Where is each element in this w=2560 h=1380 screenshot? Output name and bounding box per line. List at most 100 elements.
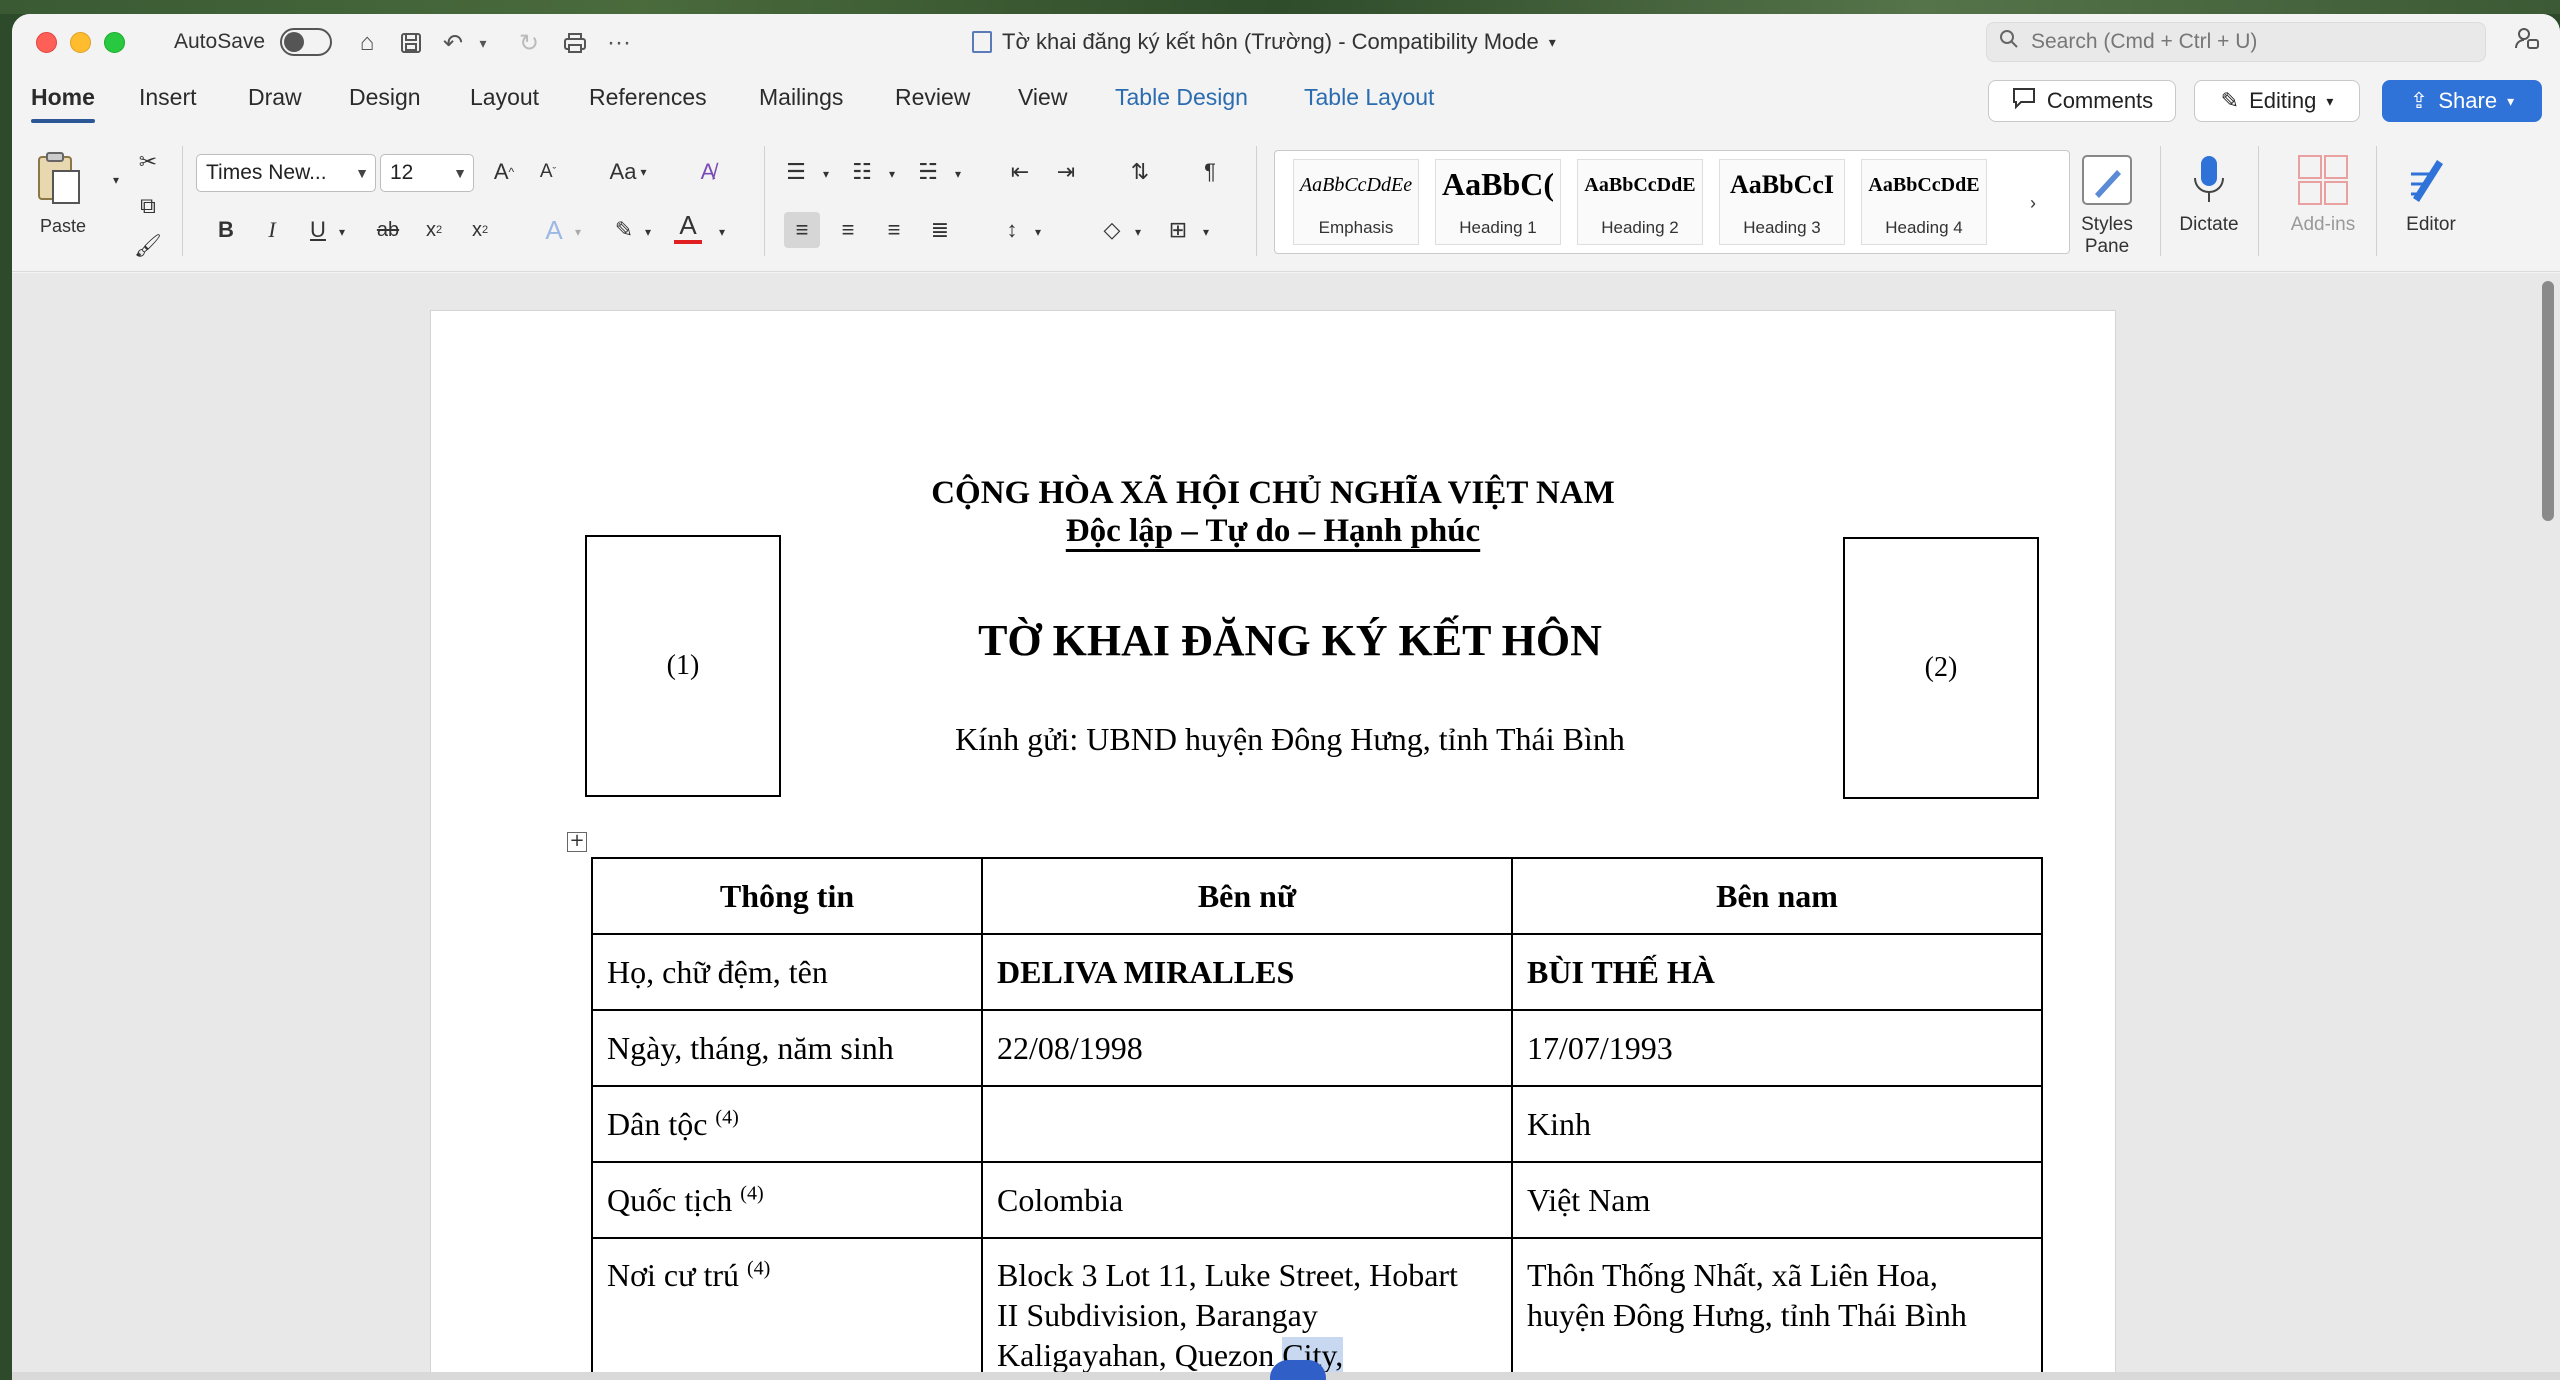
table-move-handle[interactable]: + (567, 832, 587, 852)
style-heading-4[interactable]: AaBbCcDdE Heading 4 (1861, 159, 1987, 245)
tab-draw[interactable]: Draw (248, 84, 302, 111)
strikethrough-icon[interactable]: ab (370, 212, 406, 248)
bold-icon[interactable]: B (208, 212, 244, 248)
male-birthdate[interactable]: 17/07/1993 (1511, 1009, 2043, 1087)
bullets-chevron-icon[interactable]: ▾ (808, 156, 844, 192)
male-name[interactable]: BÙI THẾ HÀ (1511, 933, 2043, 1011)
row-label[interactable]: Họ, chữ đệm, tên (591, 933, 983, 1011)
font-name-combo[interactable]: Times New... ▼ (196, 154, 376, 192)
italic-icon[interactable]: I (254, 212, 290, 248)
dictate-button[interactable]: Dictate (2164, 152, 2254, 236)
paste-label: Paste (40, 216, 87, 236)
font-color-icon[interactable]: A (674, 210, 702, 244)
undo-icon[interactable]: ↶ (436, 26, 470, 60)
autosave-toggle[interactable] (280, 28, 332, 56)
numbering-chevron-icon[interactable]: ▾ (874, 156, 910, 192)
female-residence[interactable]: Block 3 Lot 11, Luke Street, Hobart II S… (981, 1237, 1513, 1380)
underline-chevron-icon[interactable]: ▾ (324, 214, 360, 250)
minimize-window-button[interactable] (70, 32, 91, 53)
print-icon[interactable] (558, 26, 592, 60)
shading-chevron-icon[interactable]: ▾ (1120, 214, 1156, 250)
zoom-window-button[interactable] (104, 32, 125, 53)
tab-mailings[interactable]: Mailings (759, 84, 843, 111)
tab-table-layout[interactable]: Table Layout (1304, 84, 1434, 111)
tab-view[interactable]: View (1018, 84, 1067, 111)
more-commands-icon[interactable]: ··· (602, 26, 636, 60)
tab-insert[interactable]: Insert (139, 84, 197, 111)
male-residence[interactable]: Thôn Thống Nhất, xã Liên Hoa, huyện Đông… (1511, 1237, 2043, 1380)
subscript-icon[interactable]: x2 (416, 212, 452, 248)
align-left-icon[interactable]: ≡ (784, 212, 820, 248)
account-icon[interactable] (2514, 26, 2540, 59)
redo-icon[interactable]: ↻ (512, 26, 546, 60)
close-window-button[interactable] (36, 32, 57, 53)
female-ethnicity[interactable] (981, 1085, 1513, 1163)
header-female[interactable]: Bên nữ (981, 857, 1513, 935)
male-ethnicity[interactable]: Kinh (1511, 1085, 2043, 1163)
text-effects-chevron-icon[interactable]: ▾ (560, 214, 596, 250)
document-canvas[interactable]: CỘNG HÒA XÃ HỘI CHỦ NGHĨA VIỆT NAM Độc l… (12, 273, 2560, 1380)
show-formatting-marks-icon[interactable]: ¶ (1192, 154, 1228, 190)
footnote-mark: (4) (747, 1257, 771, 1280)
highlight-chevron-icon[interactable]: ▾ (630, 214, 666, 250)
superscript-icon[interactable]: x2 (462, 212, 498, 248)
comments-button[interactable]: Comments (1988, 80, 2176, 122)
copy-icon[interactable]: ⧉ (130, 188, 166, 224)
tab-design[interactable]: Design (349, 84, 421, 111)
increase-indent-icon[interactable]: ⇥ (1048, 154, 1084, 190)
align-right-icon[interactable]: ≡ (876, 212, 912, 248)
cut-icon[interactable]: ✂ (130, 144, 166, 180)
shrink-font-icon[interactable]: Aˇ (530, 154, 566, 190)
style-heading-2[interactable]: AaBbCcDdE Heading 2 (1577, 159, 1703, 245)
header-male[interactable]: Bên nam (1511, 857, 2043, 935)
row-label-cell[interactable]: Dân tộc (4) (591, 1085, 983, 1163)
paste-chevron-icon[interactable]: ▾ (98, 162, 134, 198)
undo-dropdown-icon[interactable]: ▾ (466, 26, 500, 60)
sort-icon[interactable]: ⇅ (1122, 154, 1158, 190)
female-name[interactable]: DELIVA MIRALLES (981, 933, 1513, 1011)
row-label[interactable]: Ngày, tháng, năm sinh (591, 1009, 983, 1087)
clear-formatting-icon[interactable]: A̸ (690, 154, 726, 190)
paste-icon[interactable] (36, 150, 82, 206)
font-color-chevron-icon[interactable]: ▾ (704, 214, 740, 250)
change-case-button[interactable]: Aa ▾ (600, 154, 656, 190)
female-nationality[interactable]: Colombia (981, 1161, 1513, 1239)
editing-mode-button[interactable]: ✎ Editing ▾ (2194, 80, 2360, 122)
tab-review[interactable]: Review (895, 84, 970, 111)
borders-chevron-icon[interactable]: ▾ (1188, 214, 1224, 250)
table-header-row: Thông tin Bên nữ Bên nam (591, 857, 2043, 935)
decrease-indent-icon[interactable]: ⇤ (1002, 154, 1038, 190)
vertical-scrollbar[interactable] (2542, 281, 2554, 521)
grow-font-icon[interactable]: A ^ (486, 154, 522, 190)
tab-references[interactable]: References (589, 84, 707, 111)
editor-button[interactable]: Editor (2386, 152, 2476, 236)
style-sample: AaBbCcI (1729, 170, 1834, 199)
font-size-combo[interactable]: 12 ▼ (380, 154, 474, 192)
style-heading-3[interactable]: AaBbCcI Heading 3 (1719, 159, 1845, 245)
line-spacing-chevron-icon[interactable]: ▾ (1020, 214, 1056, 250)
row-label-cell[interactable]: Quốc tịch (4) (591, 1161, 983, 1239)
header-info[interactable]: Thông tin (591, 857, 983, 935)
styles-more-chevron-icon[interactable]: › (2015, 185, 2051, 221)
navigation-handle[interactable] (1270, 1360, 1326, 1380)
home-icon[interactable]: ⌂ (350, 26, 384, 60)
style-emphasis[interactable]: AaBbCcDdEe Emphasis (1293, 159, 1419, 245)
style-heading-1[interactable]: AaBbC( Heading 1 (1435, 159, 1561, 245)
tab-home[interactable]: Home (31, 84, 95, 123)
multilevel-list-chevron-icon[interactable]: ▾ (940, 156, 976, 192)
justify-icon[interactable]: ≣ (922, 212, 958, 248)
styles-pane-button[interactable]: Styles Pane (2062, 152, 2152, 258)
align-center-icon[interactable]: ≡ (830, 212, 866, 248)
format-painter-icon[interactable]: 🖌 (130, 228, 166, 264)
male-nationality[interactable]: Việt Nam (1511, 1161, 2043, 1239)
search-box[interactable]: Search (Cmd + Ctrl + U) (1986, 22, 2486, 62)
add-ins-button[interactable]: Add-ins (2278, 152, 2368, 236)
row-label-cell[interactable]: Nơi cư trú (4) (591, 1237, 983, 1380)
tab-table-design[interactable]: Table Design (1115, 84, 1248, 111)
title-chevron-icon[interactable]: ▾ (1549, 34, 1556, 51)
share-button[interactable]: ⇪ Share ▾ (2382, 80, 2542, 122)
save-icon[interactable] (394, 26, 428, 60)
tab-layout[interactable]: Layout (470, 84, 539, 111)
female-birthdate[interactable]: 22/08/1998 (981, 1009, 1513, 1087)
document-page[interactable]: CỘNG HÒA XÃ HỘI CHỦ NGHĨA VIỆT NAM Độc l… (430, 310, 2116, 1380)
